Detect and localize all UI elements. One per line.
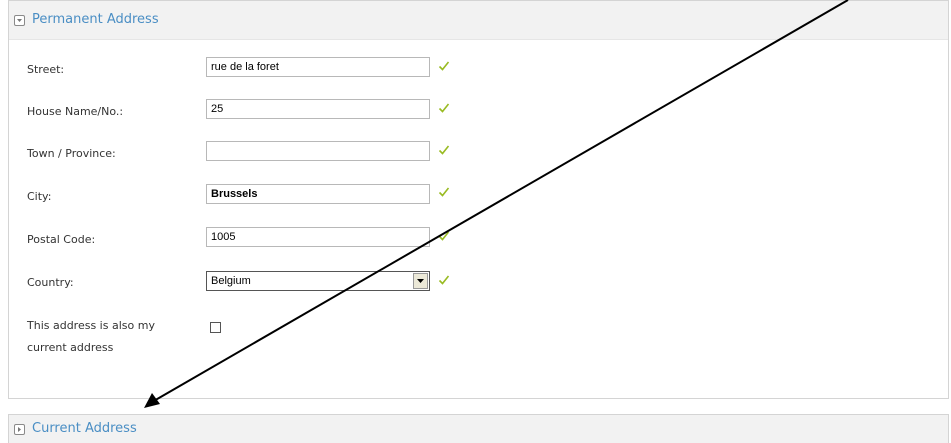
town-province-checkmark-icon bbox=[438, 145, 450, 155]
house-number-label: House Name/No.: bbox=[27, 105, 124, 118]
house-number-input[interactable] bbox=[206, 99, 430, 119]
country-checkmark-icon bbox=[438, 275, 450, 285]
postal-code-label: Postal Code: bbox=[27, 233, 96, 246]
house-number-checkmark-icon bbox=[438, 103, 450, 113]
city-checkmark-icon bbox=[438, 187, 450, 197]
street-checkmark-icon bbox=[438, 61, 450, 71]
chevron-right-icon[interactable] bbox=[14, 424, 25, 435]
street-label: Street: bbox=[27, 63, 65, 76]
same-address-checkbox[interactable] bbox=[210, 322, 221, 333]
current-address-panel: Current Address bbox=[8, 414, 949, 443]
town-province-input[interactable] bbox=[206, 141, 430, 161]
current-address-header[interactable]: Current Address bbox=[9, 415, 948, 443]
postal-code-checkmark-icon bbox=[438, 231, 450, 241]
current-address-title[interactable]: Current Address bbox=[32, 421, 137, 436]
city-input[interactable] bbox=[206, 184, 430, 204]
street-input[interactable] bbox=[206, 57, 430, 77]
permanent-address-header[interactable]: Permanent Address bbox=[9, 1, 948, 40]
permanent-address-title[interactable]: Permanent Address bbox=[32, 12, 159, 27]
address-form-page: Permanent Address Street: House Name/No.… bbox=[0, 0, 951, 443]
permanent-address-panel: Permanent Address Street: House Name/No.… bbox=[8, 0, 949, 399]
country-label: Country: bbox=[27, 276, 74, 289]
postal-code-input[interactable] bbox=[206, 227, 430, 247]
country-select[interactable]: Belgium bbox=[206, 271, 430, 291]
same-address-label-line2: current address bbox=[27, 341, 114, 354]
chevron-down-icon[interactable] bbox=[413, 273, 428, 289]
town-province-label: Town / Province: bbox=[27, 147, 116, 160]
chevron-down-icon[interactable] bbox=[14, 15, 25, 26]
city-label: City: bbox=[27, 190, 52, 203]
country-selected-value: Belgium bbox=[211, 275, 251, 287]
same-address-label-line1: This address is also my bbox=[27, 319, 155, 332]
